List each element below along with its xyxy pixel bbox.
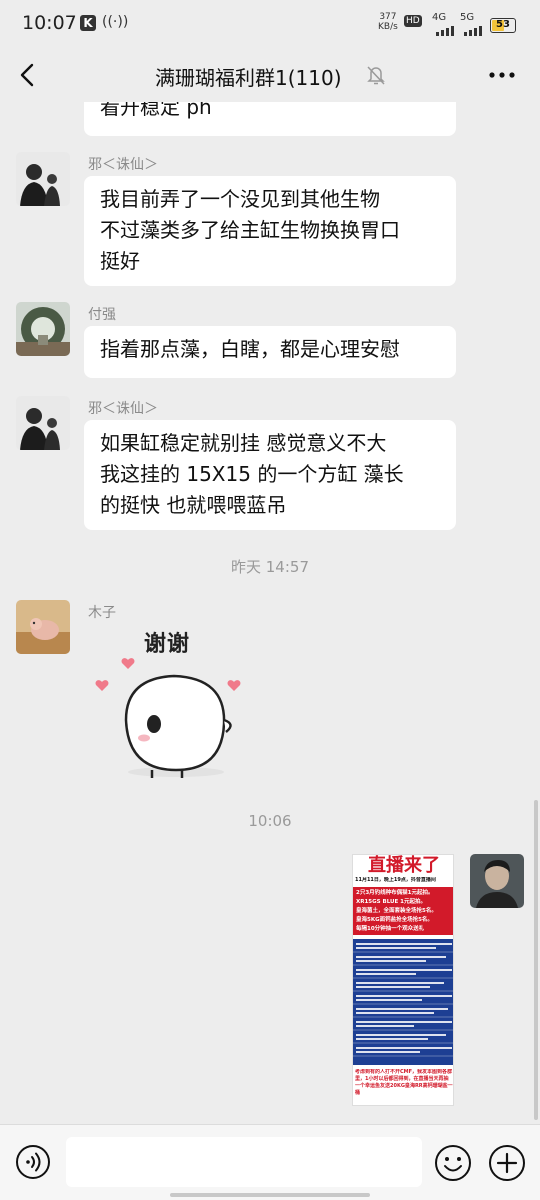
avatar[interactable] xyxy=(16,396,70,450)
message-text: 指着那点藻，白瞎，都是心理安慰 xyxy=(100,337,400,361)
message-input[interactable] xyxy=(66,1137,422,1187)
sticker[interactable]: 谢谢 xyxy=(86,620,256,790)
emoji-icon[interactable] xyxy=(434,1144,472,1182)
hotspot-icon: ((·)) xyxy=(102,14,129,30)
battery-icon: 53 xyxy=(490,18,516,33)
message-text-line: 挺好 xyxy=(100,249,140,273)
chat-title: 满珊瑚福利群1(110) xyxy=(155,66,342,90)
avatar[interactable] xyxy=(16,302,70,356)
poster-blue-block xyxy=(353,939,453,1065)
app-notification-icon: K xyxy=(80,15,96,31)
avatar[interactable] xyxy=(16,600,70,654)
mute-bell-icon xyxy=(367,66,385,85)
avatar[interactable] xyxy=(16,152,70,206)
avatar-image xyxy=(16,152,70,206)
message-text-line: 不过藻类多了给主缸生物换换胃口 xyxy=(100,218,400,242)
message-bubble[interactable]: 如果缸稳定就别挂 感觉意义不大 我这挂的 15X15 的一个方缸 藻长 的挺快 … xyxy=(84,420,456,530)
shared-image-poster[interactable]: 直播来了 11月11日，晚上19点，抖音直播间 2只3月钓线种布偶猫1元起拍。 … xyxy=(352,854,454,1106)
poster-line: 皇海菌土，全面套装全场抢5名。 xyxy=(356,908,437,914)
input-bar xyxy=(0,1124,540,1200)
chat-scrollbar[interactable] xyxy=(534,800,538,1120)
sender-name: 邪＜诛仙＞ xyxy=(88,401,158,417)
message-text-line: 的挺快 也就喂喂蓝吊 xyxy=(100,493,287,517)
voice-input-icon[interactable] xyxy=(15,1144,51,1180)
status-time: 10:07 xyxy=(22,12,77,34)
poster-line: 11月11日，晚上19点，抖音直播间 xyxy=(355,877,436,883)
more-functions-plus-icon[interactable] xyxy=(488,1144,526,1182)
sender-name: 付强 xyxy=(88,307,116,323)
message-text-line: 我这挂的 15X15 的一个方缸 藻长 xyxy=(100,462,404,486)
message-text: 看开稳定 ph xyxy=(100,102,212,119)
sender-name: 邪＜诛仙＞ xyxy=(88,157,158,173)
back-icon[interactable] xyxy=(14,58,44,92)
poster-text-graphic xyxy=(353,943,453,1057)
message-bubble[interactable]: 指着那点藻，白瞎，都是心理安慰 xyxy=(84,326,456,378)
message-timestamp: 10:06 xyxy=(248,812,292,830)
avatar-image xyxy=(470,854,524,908)
message-timestamp: 昨天 14:57 xyxy=(231,558,309,576)
thank-you-sticker-icon xyxy=(95,658,241,778)
message-list[interactable]: 看开稳定 ph 邪＜诛仙＞ 我目前弄了一个没见到其他生物 不过藻类多了给主缸生物… xyxy=(0,102,540,1124)
poster-line: 2只3月钓线种布偶猫1元起拍。 xyxy=(356,890,434,896)
poster-line: 每隔10分钟抽一个观众送礼 xyxy=(356,926,425,932)
message-bubble[interactable]: 我目前弄了一个没见到其他生物 不过藻类多了给主缸生物换换胃口 挺好 xyxy=(84,176,456,286)
message-text-line: 我目前弄了一个没见到其他生物 xyxy=(100,187,380,211)
network-4g-label: 4G xyxy=(432,12,447,23)
message-text-line: 如果缸稳定就别挂 感觉意义不大 xyxy=(100,431,387,455)
signal-4g-icon xyxy=(436,26,454,36)
battery-level: 53 xyxy=(496,19,510,30)
poster-line: XR15GS BLUE 1元起拍。 xyxy=(356,899,426,905)
more-options-icon[interactable] xyxy=(486,62,518,88)
network-speed: 377 KB/s xyxy=(378,12,398,32)
poster-red-block: 2只3月钓线种布偶猫1元起拍。 XR15GS BLUE 1元起拍。 皇海菌土，全… xyxy=(353,887,453,935)
chat-header: 满珊瑚福利群1(110) xyxy=(0,50,540,102)
poster-footer: 考虑到有的人打不开CMF，我发本图到各群里，1小时以后都回得到，在直播当天再抽一… xyxy=(355,1069,453,1096)
my-avatar[interactable] xyxy=(470,854,524,908)
hd-voice-icon: HD xyxy=(404,15,422,27)
network-speed-value: 377 xyxy=(379,12,397,22)
avatar-image xyxy=(16,600,70,654)
status-bar: 10:07 K ((·)) 377 KB/s HD 4G 5G 53 xyxy=(0,0,540,50)
signal-5g-icon xyxy=(464,26,482,36)
network-5g-label: 5G xyxy=(460,12,475,23)
message-bubble[interactable]: 看开稳定 ph xyxy=(84,102,456,136)
sender-name: 木子 xyxy=(88,605,116,621)
avatar-image xyxy=(16,302,70,356)
avatar-image xyxy=(16,396,70,450)
network-speed-unit: KB/s xyxy=(378,22,398,32)
poster-headline: 直播来了 xyxy=(353,855,453,877)
home-indicator[interactable] xyxy=(170,1193,370,1197)
poster-line: 皇海5KG面钙盐抢全场抢5名。 xyxy=(356,917,433,923)
